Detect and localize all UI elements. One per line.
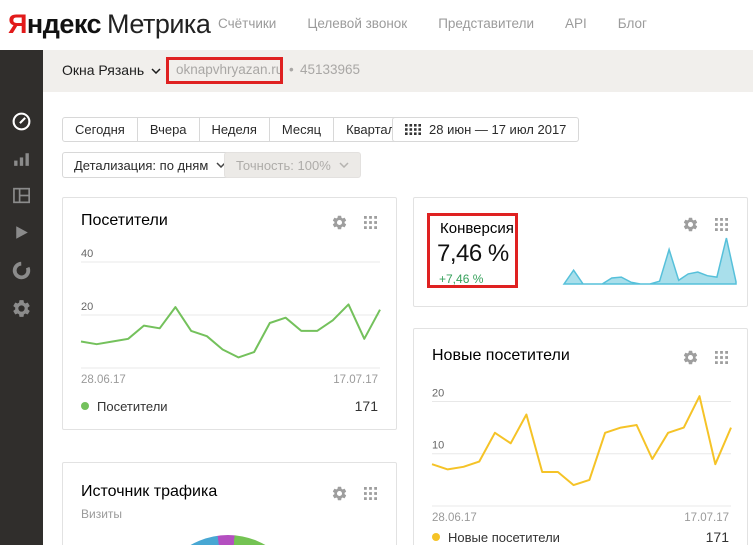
counter-selector[interactable]: Окна Рязань — [62, 62, 161, 78]
widget-drag-handle-icon[interactable] — [364, 487, 377, 500]
legend-label[interactable]: Посетители — [97, 399, 168, 414]
legend-row: Новые посетители 171 — [432, 529, 729, 545]
nav-counters[interactable]: Счётчики — [218, 16, 276, 31]
conversion-value: 7,46 % — [437, 240, 509, 268]
top-header: ЯндексМетрика Счётчики Целевой звонок Пр… — [0, 0, 753, 50]
widget-settings-gear-icon[interactable] — [331, 214, 348, 231]
card-title: Источник трафика — [81, 483, 217, 501]
webvisor-play-icon[interactable] — [11, 222, 32, 243]
separator-dot: • — [289, 62, 294, 77]
summary-speedometer-icon[interactable] — [11, 111, 32, 132]
conversion-card: Конверсия 7,46 % +7,46 % — [413, 197, 748, 307]
date-range-label: 28 июн — 17 июл 2017 — [429, 122, 566, 137]
card-title: Конверсия — [440, 220, 514, 237]
accuracy-dropdown-disabled[interactable]: Точность: 100% — [224, 152, 361, 178]
nav-representatives[interactable]: Представители — [438, 16, 534, 31]
yandex-metrica-logo[interactable]: ЯндексМетрика — [8, 9, 210, 40]
logo-letter: Я — [8, 9, 27, 39]
widget-settings-gear-icon[interactable] — [331, 485, 348, 502]
detail-label: Детализация: по дням — [74, 158, 208, 173]
counter-name-label: Окна Рязань — [62, 62, 144, 78]
accuracy-label: Точность: 100% — [236, 158, 331, 173]
card-title: Посетители — [81, 212, 168, 230]
tab-yesterday[interactable]: Вчера — [137, 117, 200, 142]
tab-month[interactable]: Месяц — [269, 117, 334, 142]
logo-product: Метрика — [107, 9, 210, 39]
chevron-down-icon — [151, 68, 161, 74]
x-axis-end: 17.07.17 — [333, 374, 378, 386]
svg-text:40: 40 — [81, 248, 93, 260]
widget-drag-handle-icon[interactable] — [364, 216, 377, 229]
logo-brand: ндекс — [27, 9, 101, 39]
widget-drag-handle-icon[interactable] — [715, 351, 728, 364]
counter-site-url[interactable]: oknapvhryazan.ru — [176, 62, 283, 77]
widgets-layout-icon[interactable] — [11, 185, 32, 206]
traffic-source-card: Источник трафика Визиты — [62, 462, 397, 545]
new-visitors-line-chart: 2010 — [432, 391, 731, 506]
x-axis-start: 28.06.17 — [81, 374, 126, 386]
calendar-icon — [405, 124, 421, 135]
widget-drag-handle-icon[interactable] — [715, 218, 728, 231]
svg-text:10: 10 — [432, 440, 444, 452]
legend-total: 171 — [355, 398, 378, 414]
traffic-source-pie-chart — [153, 535, 303, 545]
legend-row: Посетители 171 — [81, 398, 378, 414]
widget-settings-gear-icon[interactable] — [682, 349, 699, 366]
chevron-down-icon — [339, 162, 349, 168]
svg-text:20: 20 — [432, 388, 444, 400]
new-visitors-card: Новые посетители 2010 28.06.17 17.07.17 … — [413, 328, 748, 545]
x-axis-start: 28.06.17 — [432, 512, 477, 524]
nav-target-call[interactable]: Целевой звонок — [307, 16, 407, 31]
nav-blog[interactable]: Блог — [618, 16, 647, 31]
legend-dot — [432, 533, 440, 541]
visitors-line-chart: 4020 — [81, 262, 380, 368]
legend-label[interactable]: Новые посетители — [448, 530, 560, 545]
legend-total: 171 — [706, 529, 729, 545]
nav-api[interactable]: API — [565, 16, 587, 31]
counter-id: 45133965 — [300, 62, 360, 77]
svg-text:20: 20 — [81, 301, 93, 313]
settings-gear-icon[interactable] — [11, 298, 32, 319]
metrica-dashboard: ЯндексМетрика Счётчики Целевой звонок Пр… — [0, 0, 753, 545]
card-title: Новые посетители — [432, 347, 570, 365]
date-range-button[interactable]: 28 июн — 17 июл 2017 — [392, 117, 579, 142]
x-axis-end: 17.07.17 — [684, 512, 729, 524]
detail-dropdown[interactable]: Детализация: по дням — [62, 152, 238, 178]
visitors-card: Посетители 4020 28.06.17 17.07.17 Посети… — [62, 197, 397, 430]
card-subtitle: Визиты — [81, 507, 122, 521]
legend-dot — [81, 402, 89, 410]
tab-today[interactable]: Сегодня — [62, 117, 138, 142]
sidebar — [0, 50, 43, 545]
conversion-sparkline — [564, 238, 736, 284]
widget-settings-gear-icon[interactable] — [682, 216, 699, 233]
segments-donut-icon[interactable] — [11, 260, 32, 281]
counter-bar: Окна Рязань oknapvhryazan.ru • 45133965 — [43, 50, 753, 92]
tab-week[interactable]: Неделя — [199, 117, 270, 142]
reports-barchart-icon[interactable] — [11, 148, 32, 169]
top-nav: Счётчики Целевой звонок Представители AP… — [218, 16, 647, 31]
conversion-delta: +7,46 % — [439, 272, 483, 286]
